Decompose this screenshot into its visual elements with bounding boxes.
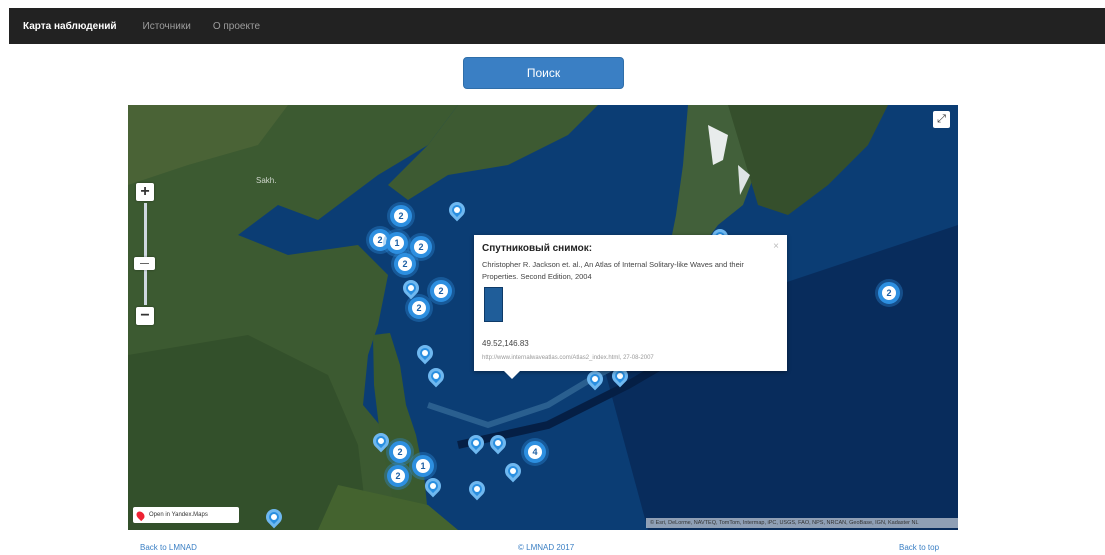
map-cluster-marker[interactable]: 2 bbox=[394, 253, 416, 275]
map-cluster-marker[interactable]: 2 bbox=[430, 280, 452, 302]
map-cluster-marker[interactable]: 1 bbox=[412, 455, 434, 477]
zoom-slider-handle[interactable] bbox=[134, 257, 155, 270]
nav-link-sources[interactable]: Источники bbox=[143, 21, 191, 32]
map-cluster-marker[interactable]: 2 bbox=[408, 297, 430, 319]
map-cluster-marker[interactable]: 2 bbox=[387, 465, 409, 487]
popup-coordinates: 49.52,146.83 bbox=[482, 339, 529, 348]
fullscreen-button[interactable]: ⤢ bbox=[933, 111, 950, 128]
map-attribution: © Esri, DeLorme, NAVTEQ, TomTom, Interma… bbox=[646, 518, 958, 528]
nav-brand[interactable]: Карта наблюдений bbox=[23, 21, 117, 32]
popup-satellite-thumbnail[interactable] bbox=[484, 287, 503, 322]
popup-close-button[interactable]: × bbox=[773, 241, 779, 252]
observation-popup: × Спутниковый снимок: Christopher R. Jac… bbox=[474, 235, 787, 379]
footer-copyright: © LMNAD 2017 bbox=[518, 543, 575, 552]
map-land-label: Sakh. bbox=[256, 176, 276, 185]
popup-reference: Christopher R. Jackson et. al., An Atlas… bbox=[482, 260, 744, 281]
map-cluster-marker[interactable]: 2 bbox=[410, 236, 432, 258]
map-cluster-marker[interactable]: 4 bbox=[524, 441, 546, 463]
nav-link-about[interactable]: О проекте bbox=[213, 21, 260, 32]
top-navbar: Карта наблюдений Источники О проекте bbox=[9, 8, 1105, 44]
map-pin-icon bbox=[134, 509, 147, 521]
map-cluster-marker[interactable]: 1 bbox=[386, 232, 408, 254]
search-button[interactable]: Поиск bbox=[463, 57, 624, 89]
observation-map[interactable]: Sakh. + − ⤢ 2 2 1 2 2 2 2 2 1 2 1 4 2 × … bbox=[128, 105, 958, 530]
footer-back-to-top-link[interactable]: Back to top bbox=[899, 543, 939, 552]
map-cluster-marker[interactable]: 2 bbox=[390, 205, 412, 227]
map-cluster-marker[interactable]: 2 bbox=[389, 441, 411, 463]
zoom-out-button[interactable]: − bbox=[136, 307, 154, 325]
open-in-maps-label: Open in Yandex.Maps bbox=[149, 512, 208, 518]
popup-source-link[interactable]: http://www.internalwaveatlas.com/Atlas2_… bbox=[482, 355, 654, 361]
zoom-slider-track[interactable] bbox=[144, 203, 147, 305]
map-cluster-marker[interactable]: 2 bbox=[878, 282, 900, 304]
footer-back-to-lmnad-link[interactable]: Back to LMNAD bbox=[140, 543, 197, 552]
popup-title: Спутниковый снимок: bbox=[482, 243, 593, 254]
zoom-in-button[interactable]: + bbox=[136, 183, 154, 201]
open-in-maps-button[interactable]: Open in Yandex.Maps bbox=[133, 507, 239, 523]
